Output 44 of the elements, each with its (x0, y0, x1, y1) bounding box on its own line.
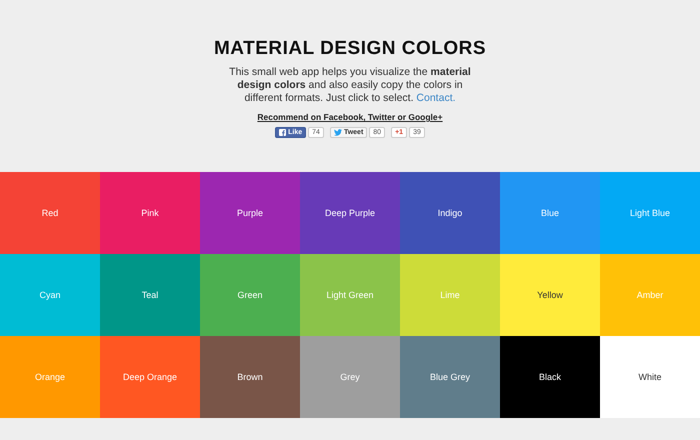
color-name: Blue Grey (430, 372, 470, 382)
bird-icon (334, 129, 342, 136)
color-name: Indigo (438, 208, 462, 218)
color-name: Amber (636, 290, 664, 300)
color-swatch[interactable]: Purple (200, 172, 300, 254)
color-name: Grey (340, 372, 360, 382)
color-name: Red (42, 208, 58, 218)
color-name: Purple (236, 208, 263, 218)
color-swatch[interactable]: Blue Grey (400, 336, 500, 418)
color-swatch[interactable]: Yellow (500, 254, 600, 336)
contact-link[interactable]: Contact. (416, 92, 456, 104)
color-name: Green (237, 290, 262, 300)
intro-text: This small web app helps you visualize the material design colors and also easily copy the colors in different formats. Just click to select. Contact. (228, 66, 472, 105)
color-swatch[interactable]: Pink (100, 172, 200, 254)
color-swatch[interactable]: Cyan (0, 254, 100, 336)
color-swatch[interactable]: Light Blue (600, 172, 700, 254)
color-name: Pink (141, 208, 159, 218)
color-swatch[interactable]: Red (0, 172, 100, 254)
color-swatch[interactable]: Black (500, 336, 600, 418)
color-name: Lime (440, 290, 460, 300)
color-name: Light Green (326, 290, 374, 300)
color-name: Deep Orange (122, 372, 178, 382)
recommend-link[interactable]: Recommend on Facebook, Twitter or Google+ (257, 112, 443, 122)
color-name: Deep Purple (324, 208, 376, 218)
color-swatch[interactable]: Teal (100, 254, 200, 336)
color-name: Teal (142, 290, 158, 300)
color-swatch[interactable]: Blue (500, 172, 600, 254)
color-name: Light Blue (630, 208, 670, 218)
color-name: Orange (34, 372, 66, 382)
color-swatch[interactable]: Deep Orange (100, 336, 200, 418)
color-swatch[interactable]: Green (200, 254, 300, 336)
color-swatch[interactable]: Grey (300, 336, 400, 418)
page-title: MATERIAL DESIGN COLORS (214, 38, 486, 60)
color-name: White (638, 372, 662, 382)
f-logo-icon (279, 129, 286, 136)
color-swatch[interactable]: Deep Purple (300, 172, 400, 254)
color-name: Blue (540, 208, 559, 218)
color-name: Yellow (537, 290, 563, 300)
color-swatch[interactable]: Brown (200, 336, 300, 418)
color-name: Cyan (39, 290, 60, 300)
color-name: Brown (237, 372, 263, 382)
color-swatch[interactable]: Indigo (400, 172, 500, 254)
color-name: Black (538, 372, 561, 382)
color-swatch[interactable]: White (600, 336, 700, 418)
